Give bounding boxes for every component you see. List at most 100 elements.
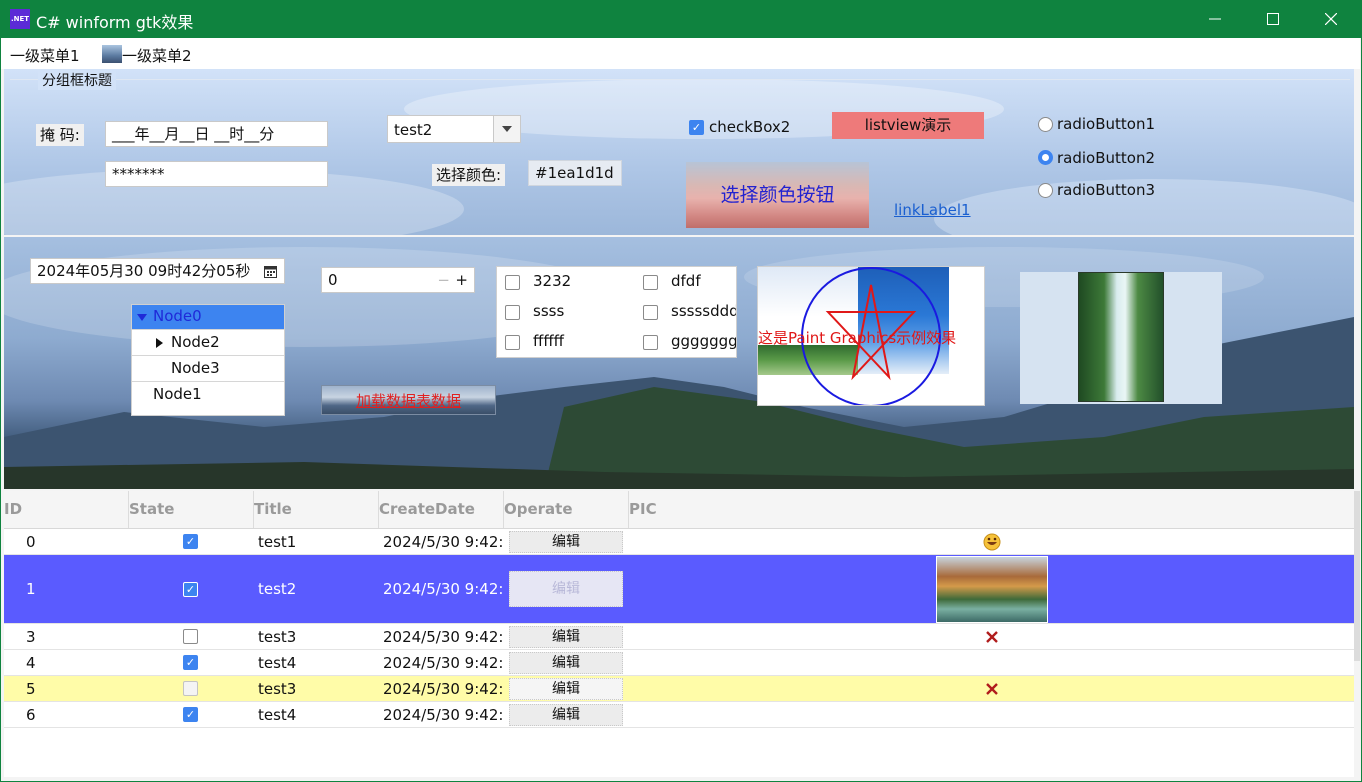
table-row[interactable]: 0 ✓ test1 2024/5/30 9:42:1 编辑 xyxy=(4,529,1354,555)
cell-date: 2024/5/30 9:42:1 xyxy=(383,679,504,698)
cell-id: 6 xyxy=(26,705,36,724)
table-row-selected[interactable]: 1 ✓ test2 2024/5/30 9:42:1 编辑 xyxy=(4,555,1354,624)
checkbox2-label[interactable]: checkBox2 xyxy=(709,118,790,136)
edit-button[interactable]: 编辑 xyxy=(509,571,623,607)
table-row[interactable]: 4 ✓ test4 2024/5/30 9:42:1 编辑 xyxy=(4,650,1354,676)
checklist-checkbox-1[interactable] xyxy=(505,275,520,290)
edit-button[interactable]: 编辑 xyxy=(509,703,623,726)
checkbox2-box[interactable]: ✓ xyxy=(689,120,704,135)
edit-button[interactable]: 编辑 xyxy=(509,625,623,648)
checklist-item-3[interactable]: ssss xyxy=(533,302,564,320)
x-icon xyxy=(986,682,998,695)
checklist-item-5[interactable]: ffffff xyxy=(533,332,564,350)
table-row[interactable]: 3 test3 2024/5/30 9:42:1 编辑 xyxy=(4,624,1354,650)
column-header-operate[interactable]: Operate xyxy=(504,491,629,528)
column-header-id[interactable]: ID xyxy=(4,491,129,528)
cell-date: 2024/5/30 9:42:1 xyxy=(383,627,504,646)
checklist-checkbox-2[interactable] xyxy=(643,275,658,290)
edit-button[interactable]: 编辑 xyxy=(509,530,623,553)
expanded-arrow-icon xyxy=(137,314,147,321)
plus-icon[interactable]: + xyxy=(455,268,468,292)
checklist-checkbox-6[interactable] xyxy=(643,335,658,350)
graphics-text: 这是Paint Graphics示例效果 xyxy=(758,329,957,347)
cell-id: 5 xyxy=(26,679,36,698)
app-icon: .NET xyxy=(10,9,30,29)
load-data-button[interactable]: 加载数据表数据 xyxy=(321,385,496,415)
grid-scrollbar[interactable] xyxy=(1354,491,1360,661)
menu-item-1[interactable]: 一级菜单1 xyxy=(10,45,80,66)
radio-button-2-label[interactable]: radioButton2 xyxy=(1057,149,1155,167)
checklist-item-2[interactable]: dfdf xyxy=(671,272,701,290)
checklist-item-6[interactable]: ggggggg xyxy=(671,332,736,350)
cell-state-checkbox[interactable]: ✓ xyxy=(183,707,198,722)
cell-state-checkbox[interactable]: ✓ xyxy=(183,655,198,670)
checklist-checkbox-5[interactable] xyxy=(505,335,520,350)
choose-color-button[interactable]: 选择颜色按钮 xyxy=(686,162,869,228)
cell-title: test1 xyxy=(258,532,297,551)
tree-node-label: Node1 xyxy=(153,385,202,403)
tree-node-label: Node3 xyxy=(171,359,220,377)
radio-button-3[interactable] xyxy=(1038,183,1053,198)
column-header-title[interactable]: Title xyxy=(254,491,379,528)
cell-title: test4 xyxy=(258,705,297,724)
table-row[interactable]: 6 ✓ test4 2024/5/30 9:42:1 编辑 xyxy=(4,702,1354,728)
cell-id: 3 xyxy=(26,627,36,646)
menu-item-2[interactable]: 一级菜单2 xyxy=(122,45,192,66)
column-header-createdate[interactable]: CreateDate xyxy=(379,491,504,528)
column-header-pic[interactable]: PIC xyxy=(629,491,1354,528)
checklist-checkbox-4[interactable] xyxy=(643,305,658,320)
close-button[interactable] xyxy=(1302,0,1360,38)
masked-textbox[interactable]: ___年__月__日 __时__分 xyxy=(105,121,328,147)
link-label[interactable]: linkLabel1 xyxy=(894,201,971,219)
cell-title: test4 xyxy=(258,653,297,672)
radio-button-1-label[interactable]: radioButton1 xyxy=(1057,115,1155,133)
tree-node-0[interactable]: Node0 xyxy=(132,305,284,330)
checklist-checkbox-3[interactable] xyxy=(505,305,520,320)
collapsed-arrow-icon xyxy=(156,338,163,348)
tree-node-1[interactable]: Node1 xyxy=(132,382,284,408)
column-header-state[interactable]: State xyxy=(129,491,254,528)
tree-node-2[interactable]: Node2 xyxy=(132,330,284,356)
radio-button-1[interactable] xyxy=(1038,117,1053,132)
listview-demo-button[interactable]: listview演示 xyxy=(832,112,984,139)
cell-state-checkbox[interactable] xyxy=(183,681,198,696)
cell-date: 2024/5/30 9:42:1 xyxy=(383,705,504,724)
smiley-emoji-icon xyxy=(983,533,1001,550)
edit-button[interactable]: 编辑 xyxy=(509,677,623,700)
combo-dropdown-button[interactable] xyxy=(493,116,520,142)
data-grid: ID State Title CreateDate Operate PIC 0 … xyxy=(4,491,1354,777)
checklist-item-4[interactable]: sssssddd xyxy=(671,302,736,320)
groupbox-title: 分组框标题 xyxy=(38,70,116,90)
graphics-panel: 这是Paint Graphics示例效果 xyxy=(757,266,985,406)
edit-button[interactable]: 编辑 xyxy=(509,651,623,674)
table-row-highlighted[interactable]: 5 test3 2024/5/30 9:42:1 编辑 xyxy=(4,676,1354,702)
minimize-button[interactable] xyxy=(1186,0,1244,38)
title-bar xyxy=(0,0,1362,38)
minus-icon[interactable]: − xyxy=(437,268,450,292)
tree-node-3[interactable]: Node3 xyxy=(132,356,284,382)
mask-label: 掩 码: xyxy=(36,124,84,146)
cell-state-checkbox[interactable]: ✓ xyxy=(183,534,198,549)
numeric-value: 0 xyxy=(328,271,338,289)
checked-list-box: 3232 dfdf ssss sssssddd ffffff ggggggg xyxy=(496,266,737,358)
cell-date: 2024/5/30 9:42:1 xyxy=(383,580,504,598)
date-time-picker[interactable]: 2024年05月30 09时42分05秒 xyxy=(30,258,285,284)
tree-node-label: Node0 xyxy=(153,307,202,325)
numeric-updown[interactable]: 0 − + xyxy=(321,267,475,293)
close-icon xyxy=(1325,13,1337,25)
maximize-button[interactable] xyxy=(1244,0,1302,38)
radio-button-2[interactable] xyxy=(1038,150,1053,165)
password-textbox[interactable]: ******* xyxy=(105,161,328,187)
calendar-icon[interactable] xyxy=(264,265,277,278)
checklist-item-1[interactable]: 3232 xyxy=(533,272,571,290)
color-value-field[interactable]: #1ea1d1d xyxy=(528,160,622,186)
radio-button-3-label[interactable]: radioButton3 xyxy=(1057,181,1155,199)
combo-box[interactable]: test2 xyxy=(387,115,521,143)
combo-value: test2 xyxy=(394,121,433,139)
cell-date: 2024/5/30 9:42:1 xyxy=(383,532,504,551)
cell-state-checkbox[interactable]: ✓ xyxy=(183,581,198,597)
maximize-icon xyxy=(1267,13,1279,25)
cell-state-checkbox[interactable] xyxy=(183,629,198,644)
chevron-down-icon xyxy=(502,126,512,132)
cell-id: 1 xyxy=(26,580,36,598)
